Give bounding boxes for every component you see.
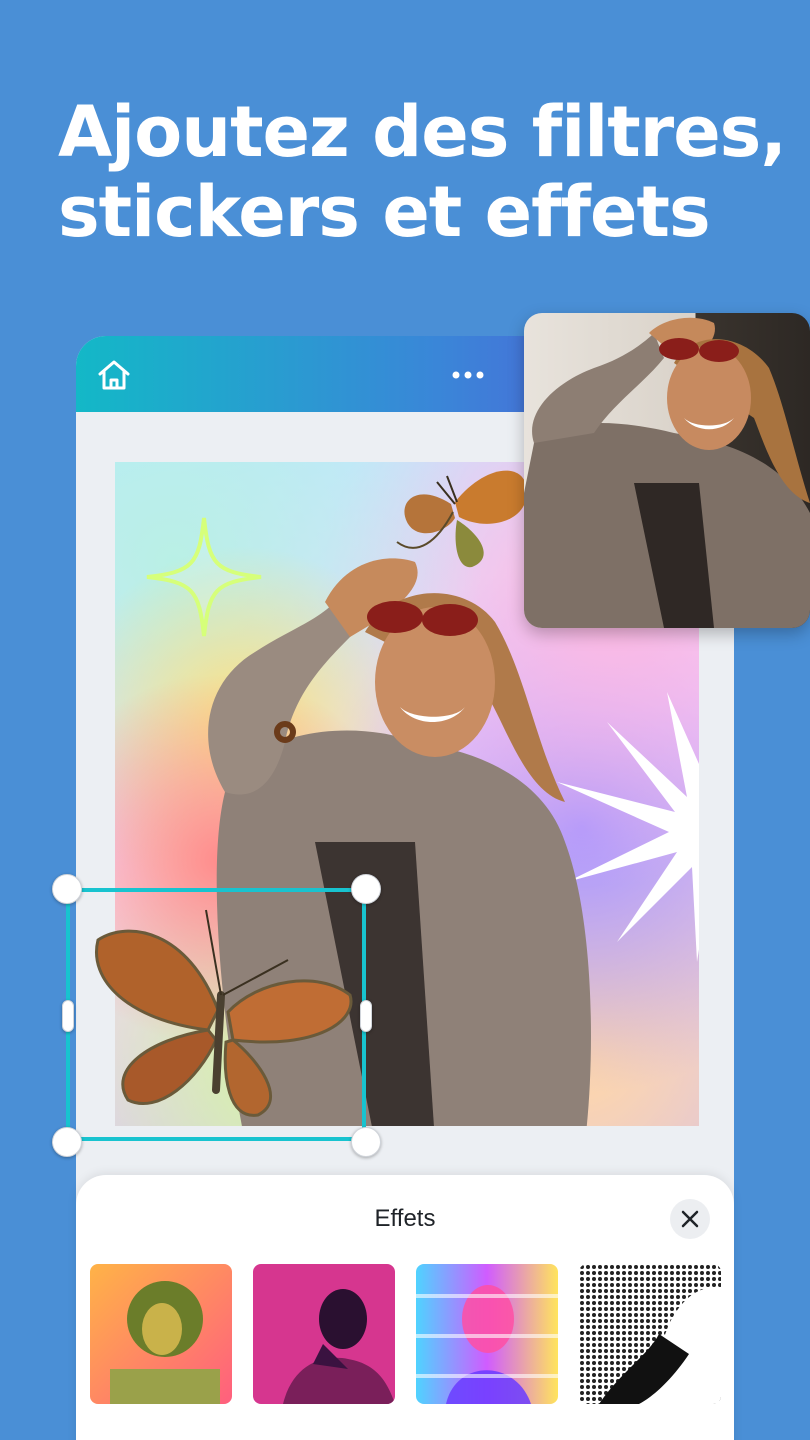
- home-icon[interactable]: [96, 358, 132, 392]
- effect-duotone-magenta[interactable]: [253, 1264, 395, 1404]
- more-horizontal-icon[interactable]: [448, 358, 488, 392]
- resize-handle-bottom-left[interactable]: [52, 1127, 82, 1157]
- effects-panel: Effets: [76, 1175, 734, 1440]
- selection-box[interactable]: [66, 888, 366, 1141]
- effect-halftone-mono[interactable]: [579, 1264, 721, 1404]
- close-button[interactable]: [670, 1199, 710, 1239]
- original-photo: [524, 313, 810, 628]
- resize-handle-right[interactable]: [360, 1000, 372, 1032]
- resize-handle-bottom-right[interactable]: [351, 1127, 381, 1157]
- close-icon: [681, 1210, 699, 1228]
- headline: Ajoutez des filtres, stickers et effets: [58, 91, 787, 253]
- resize-handle-left[interactable]: [62, 1000, 74, 1032]
- resize-handle-top-right[interactable]: [351, 874, 381, 904]
- resize-handle-top-left[interactable]: [52, 874, 82, 904]
- effect-glitch-rainbow[interactable]: [416, 1264, 558, 1404]
- effects-panel-title: Effets: [374, 1205, 436, 1232]
- headline-line-1: Ajoutez des filtres,: [58, 91, 787, 173]
- headline-line-2: stickers et effets: [58, 171, 711, 253]
- effect-duotone-yellow[interactable]: [90, 1264, 232, 1404]
